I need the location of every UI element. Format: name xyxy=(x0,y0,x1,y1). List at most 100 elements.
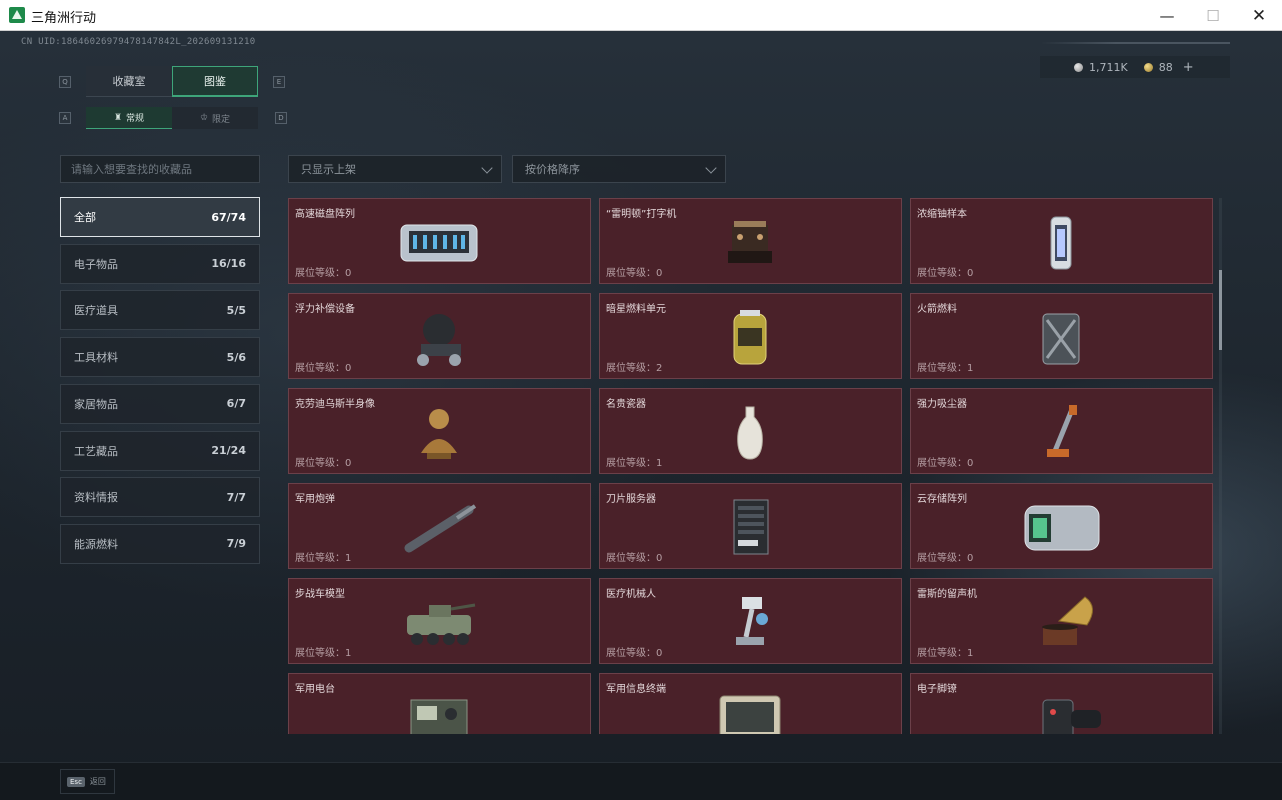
category-item[interactable]: 工艺藏品 21/24 xyxy=(60,430,260,471)
category-item[interactable]: 全部 67/74 xyxy=(60,197,260,237)
category-count: 67/74 xyxy=(211,210,246,224)
item-display-level: 展位等级：1 xyxy=(917,363,974,374)
terminal-icon xyxy=(700,686,800,734)
collectible-card[interactable]: 浓缩铀样本 展位等级：0 xyxy=(910,198,1213,284)
collectible-card[interactable]: 军用电台 xyxy=(288,673,591,734)
collectible-card[interactable]: 军用炮弹 展位等级：1 xyxy=(288,483,591,569)
item-name: 医疗机械人 xyxy=(606,589,656,600)
category-count: 16/16 xyxy=(211,257,246,271)
item-name: 火箭燃料 xyxy=(917,304,957,315)
tab-next-key-hint: E xyxy=(273,76,285,88)
collection-grid: 高速磁盘阵列 展位等级：0 “雷明顿”打字机 展位等级：0 浓缩铀样本 展位等级：0 浮力补… xyxy=(288,198,1214,734)
maximize-button[interactable]: ☐ xyxy=(1190,0,1236,31)
window-titlebar: 三角洲行动 — ☐ ✕ xyxy=(0,0,1282,31)
item-display-level: 展位等级：0 xyxy=(295,363,352,374)
item-name: 高速磁盘阵列 xyxy=(295,209,355,220)
category-count: 5/5 xyxy=(226,303,246,317)
chevron-down-icon xyxy=(705,162,717,174)
back-button[interactable]: Esc 返回 xyxy=(60,769,115,794)
scrollbar-thumb[interactable] xyxy=(1219,270,1222,350)
collectible-card[interactable]: 军用信息终端 xyxy=(599,673,902,734)
category-item[interactable]: 电子物品 16/16 xyxy=(60,243,260,284)
item-display-level: 展位等级：1 xyxy=(917,648,974,659)
collectible-card[interactable]: 名贵瓷器展位等级：1 xyxy=(599,388,902,474)
limited-icon: ♔ xyxy=(199,113,209,123)
category-label: 工艺藏品 xyxy=(74,444,118,458)
category-item[interactable]: 工具材料 5/6 xyxy=(60,337,260,378)
category-label: 电子物品 xyxy=(74,257,118,271)
item-display-level: 展位等级：1 xyxy=(295,648,352,659)
item-display-level: 展位等级：1 xyxy=(295,553,352,564)
collectible-card[interactable]: 克劳迪乌斯半身像 展位等级：0 xyxy=(288,388,591,474)
player-uid: CN UID:18646026979478147842L_20260913121… xyxy=(21,37,256,47)
collectible-card[interactable]: 步战车模型 展位等级：1 xyxy=(288,578,591,664)
close-button[interactable]: ✕ xyxy=(1236,0,1282,31)
shell-icon xyxy=(389,496,489,560)
tab-collection-room[interactable]: 收藏室 xyxy=(86,66,172,97)
category-label: 家居物品 xyxy=(74,397,118,411)
category-label: 全部 xyxy=(74,211,96,224)
collectible-card[interactable]: “雷明顿”打字机 展位等级：0 xyxy=(599,198,902,284)
item-name: 军用信息终端 xyxy=(606,684,666,695)
collectible-card[interactable]: 医疗机械人展位等级：0 xyxy=(599,578,902,664)
bcd-icon xyxy=(389,306,489,370)
app-logo-icon xyxy=(9,7,25,23)
item-name: 暗星燃料单元 xyxy=(606,304,666,315)
collectible-card[interactable]: 刀片服务器 展位等级：0 xyxy=(599,483,902,569)
item-name: “雷明顿”打字机 xyxy=(606,209,677,220)
collectible-card[interactable]: 火箭燃料展位等级：1 xyxy=(910,293,1213,379)
category-item[interactable]: 资料情报 7/7 xyxy=(60,477,260,518)
item-name: 军用电台 xyxy=(295,684,335,695)
tab-codex[interactable]: 图鉴 xyxy=(172,66,258,97)
category-count: 5/6 xyxy=(226,350,246,364)
item-name: 克劳迪乌斯半身像 xyxy=(295,399,375,410)
item-display-level: 展位等级：0 xyxy=(606,268,663,279)
item-name: 名贵瓷器 xyxy=(606,399,646,410)
collectible-card[interactable]: 暗星燃料单元 展位等级：2 xyxy=(599,293,902,379)
silver-amount: 1,711K xyxy=(1089,60,1128,74)
item-display-level: 展位等级：2 xyxy=(606,363,663,374)
collectible-card[interactable]: 浮力补偿设备 展位等级：0 xyxy=(288,293,591,379)
item-name: 浮力补偿设备 xyxy=(295,304,355,315)
gold-coin-icon xyxy=(1143,62,1153,72)
item-display-level: 展位等级：0 xyxy=(917,268,974,279)
category-item[interactable]: 家居物品 6/7 xyxy=(60,383,260,424)
jerrycan-icon xyxy=(1011,306,1111,370)
category-label: 工具材料 xyxy=(74,351,118,365)
bust-icon xyxy=(389,401,489,465)
category-item[interactable]: 能源燃料 7/9 xyxy=(60,523,260,564)
item-display-level: 展位等级：0 xyxy=(295,268,352,279)
back-label: 返回 xyxy=(89,777,106,786)
minimize-button[interactable]: — xyxy=(1144,0,1190,31)
category-count: 7/9 xyxy=(226,537,246,551)
cloud-storage-icon xyxy=(1011,496,1111,560)
chevron-down-icon xyxy=(481,162,493,174)
collectible-card[interactable]: 雷斯的留声机 展位等级：1 xyxy=(910,578,1213,664)
shelf-filter-dropdown[interactable]: 只显示上架 xyxy=(288,155,502,183)
subtab-limited-label: 限定 xyxy=(212,114,231,125)
collectible-card[interactable]: 云存储阵列 展位等级：0 xyxy=(910,483,1213,569)
game-viewport: CN UID:18646026979478147842L_20260913121… xyxy=(0,31,1282,800)
radio-icon xyxy=(389,686,489,734)
item-name: 强力吸尘器 xyxy=(917,399,967,410)
item-display-level: 展位等级：0 xyxy=(606,648,663,659)
collectible-card[interactable]: 电子脚镣 xyxy=(910,673,1213,734)
shelf-filter-label: 只显示上架 xyxy=(301,163,356,176)
grid-scrollbar[interactable] xyxy=(1219,198,1222,734)
add-currency-button[interactable]: + xyxy=(1183,60,1194,75)
item-display-level: 展位等级：1 xyxy=(606,458,663,469)
subtab-regular[interactable]: ♜ 常规 xyxy=(86,107,172,129)
subtab-prev-key-hint: A xyxy=(59,112,71,124)
search-input[interactable]: 请输入想要查找的收藏品 xyxy=(60,155,260,183)
sort-dropdown[interactable]: 按价格降序 xyxy=(512,155,726,183)
subtab-regular-label: 常规 xyxy=(126,114,145,124)
item-display-level: 展位等级：0 xyxy=(917,458,974,469)
server-icon xyxy=(700,496,800,560)
category-item[interactable]: 医疗道具 5/5 xyxy=(60,290,260,331)
category-count: 7/7 xyxy=(226,490,246,504)
top-decor-line xyxy=(1040,42,1230,44)
collectible-card[interactable]: 高速磁盘阵列 展位等级：0 xyxy=(288,198,591,284)
subtab-limited[interactable]: ♔ 限定 xyxy=(172,107,258,129)
collectible-card[interactable]: 强力吸尘器展位等级：0 xyxy=(910,388,1213,474)
uranium-sample-icon xyxy=(1011,211,1111,275)
